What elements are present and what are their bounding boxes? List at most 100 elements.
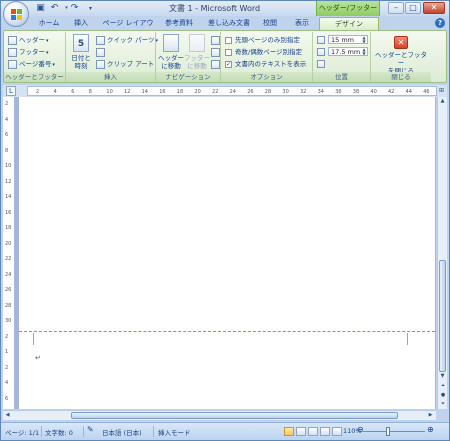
- full-screen-reading-icon[interactable]: [296, 427, 306, 436]
- group-label: 位置: [313, 72, 370, 82]
- vertical-scroll-thumb[interactable]: [439, 260, 446, 372]
- ruler-tick-label: 4: [53, 89, 57, 95]
- ruler-tick-label: 8: [5, 147, 9, 154]
- next-section-icon: [211, 47, 220, 57]
- language[interactable]: 日本語 (日本): [102, 427, 142, 437]
- tab-review[interactable]: 校閲: [260, 17, 280, 30]
- outline-view-icon[interactable]: [320, 427, 330, 436]
- previous-page-icon[interactable]: ⏶: [439, 382, 447, 390]
- tab-references[interactable]: 参考資料: [161, 17, 197, 30]
- zoom-out-icon[interactable]: ⊖: [357, 425, 364, 434]
- page-number-button[interactable]: ページ番号▾: [8, 59, 55, 70]
- clip-art-button[interactable]: クリップ アート: [96, 59, 154, 70]
- ruler-tick-label: 24: [229, 89, 236, 95]
- select-browse-object-icon[interactable]: ●: [439, 391, 447, 399]
- ruler-tick-label: 26: [247, 89, 254, 95]
- show-document-text-checkbox[interactable]: ✓ 文書内のテキストを表示: [225, 59, 306, 70]
- quick-parts-button[interactable]: クイック パーツ▾: [96, 35, 158, 46]
- close-red-x-icon: ✕: [394, 36, 408, 49]
- tab-design[interactable]: デザイン: [319, 17, 379, 30]
- draft-view-icon[interactable]: [332, 427, 342, 436]
- tab-page-layout[interactable]: ページ レイアウト: [99, 17, 157, 40]
- group-navigation: ヘッダー に移動 フッター に移動 ナビゲーション: [156, 32, 221, 82]
- customize-qat-icon[interactable]: ▾: [85, 3, 96, 14]
- contextual-tab-title: ヘッダー/フッター ツ...: [316, 1, 380, 27]
- checkbox-icon: [225, 36, 232, 44]
- zoom-in-icon[interactable]: ⊕: [427, 425, 434, 434]
- ruler-tick-label: 18: [5, 225, 12, 231]
- ruler-tick-label: 32: [300, 89, 307, 95]
- horizontal-ruler[interactable]: 2 4 6 8 10 12 14 16 18 20 22 24 26 28 30 32 34 36 38 40 42 44…: [27, 86, 437, 96]
- goto-header-button[interactable]: ヘッダー に移動: [158, 34, 184, 70]
- next-page-icon[interactable]: ⏷: [439, 400, 447, 408]
- ruler-toggle-icon[interactable]: ⊞: [437, 86, 446, 96]
- ruler-tick-label: 20: [194, 89, 201, 95]
- ruler-tick-label: 8: [88, 89, 92, 95]
- scroll-left-icon[interactable]: ◀: [3, 411, 12, 420]
- goto-footer-button[interactable]: フッター に移動: [184, 34, 210, 70]
- maximize-button[interactable]: □: [405, 2, 421, 14]
- footer-position-input[interactable]: 17.5 mm ▲ ▼: [328, 47, 368, 56]
- zoom-slider[interactable]: [363, 431, 425, 432]
- tab-insert[interactable]: 挿入: [71, 17, 91, 30]
- divider: [83, 426, 84, 437]
- ruler-tick-label: 4: [5, 116, 9, 123]
- scroll-right-icon[interactable]: ▶: [426, 411, 435, 420]
- word-count[interactable]: 文字数: 0: [45, 427, 73, 437]
- group-label: 挿入: [66, 72, 155, 82]
- tab-mailings[interactable]: 差し込み文書: [205, 17, 253, 30]
- office-button[interactable]: [3, 1, 29, 27]
- web-layout-icon[interactable]: [308, 427, 318, 436]
- group-label: オプション: [221, 72, 312, 82]
- ruler-tick-label: 30: [5, 318, 12, 324]
- ruler-tick-label: 2: [36, 89, 40, 95]
- redo-icon[interactable]: ↷: [69, 3, 80, 14]
- horizontal-scroll-thumb[interactable]: [71, 412, 398, 419]
- ruler-tick-label: 38: [352, 89, 360, 95]
- ruler-tick-label: 6: [5, 395, 9, 402]
- picture-button[interactable]: [96, 47, 107, 58]
- date-time-button[interactable]: 5 日付と 時刻: [69, 34, 93, 70]
- horizontal-scrollbar[interactable]: ◀ ▶: [3, 410, 436, 420]
- footer-button[interactable]: フッター▾: [8, 47, 49, 58]
- close-header-footer-button[interactable]: ✕ ヘッダーとフッター を閉じる: [373, 36, 429, 75]
- zoom-slider-thumb[interactable]: [386, 427, 390, 436]
- help-icon[interactable]: ?: [435, 18, 445, 28]
- footer-position-icon: [317, 48, 325, 56]
- picture-icon: [96, 47, 105, 57]
- insert-alignment-tab-icon[interactable]: [317, 60, 325, 68]
- group-insert: 5 日付と 時刻 クイック パーツ▾ クリップ アート 挿入: [66, 32, 158, 82]
- scroll-up-icon[interactable]: ▲: [438, 97, 447, 106]
- quick-parts-icon: [96, 35, 105, 45]
- vertical-scrollbar[interactable]: ▲ ▼ ⏶ ● ⏷: [437, 97, 447, 409]
- group-label: ナビゲーション: [156, 72, 220, 82]
- proofing-icon[interactable]: ✎: [87, 425, 94, 434]
- print-layout-view-icon[interactable]: [284, 427, 294, 436]
- page-count[interactable]: ページ: 1/1: [5, 427, 39, 437]
- page[interactable]: ↵: [19, 97, 435, 409]
- undo-icon[interactable]: ↶: [49, 3, 60, 14]
- different-odd-even-checkbox[interactable]: 奇数/偶数ページ別指定: [225, 47, 302, 58]
- minimize-button[interactable]: –: [388, 2, 404, 14]
- vertical-ruler[interactable]: 2 4 6 8 10 12 14 16 18 20 22 24 26 28 30 2 1 2 4 6: [3, 97, 15, 409]
- header-button[interactable]: ヘッダー▾: [8, 35, 49, 46]
- tab-view[interactable]: 表示: [291, 17, 313, 30]
- close-button[interactable]: ✕: [423, 2, 445, 14]
- spinner-arrows-icon[interactable]: ▲ ▼: [361, 36, 367, 44]
- tab-home[interactable]: ホーム: [35, 17, 63, 30]
- ruler-tick-label: 28: [5, 302, 12, 309]
- insert-mode[interactable]: 挿入モード: [158, 427, 191, 437]
- margin-marker: [407, 333, 408, 345]
- scroll-down-icon[interactable]: ▼: [438, 372, 447, 381]
- save-icon[interactable]: ▣: [35, 3, 46, 14]
- header-icon: [8, 35, 17, 45]
- tab-selector-icon[interactable]: L: [6, 86, 16, 96]
- spinner-arrows-icon[interactable]: ▲ ▼: [361, 48, 367, 56]
- office-logo-icon: [11, 9, 22, 20]
- different-first-page-checkbox[interactable]: 先頭ページのみ別指定: [225, 35, 300, 46]
- group-label: ヘッダーとフッター: [4, 72, 65, 82]
- ruler-tick-label: 40: [370, 89, 377, 95]
- margin-marker: [33, 333, 34, 345]
- paragraph-mark-icon: ↵: [35, 354, 41, 362]
- header-position-input[interactable]: 15 mm ▲ ▼: [328, 35, 368, 44]
